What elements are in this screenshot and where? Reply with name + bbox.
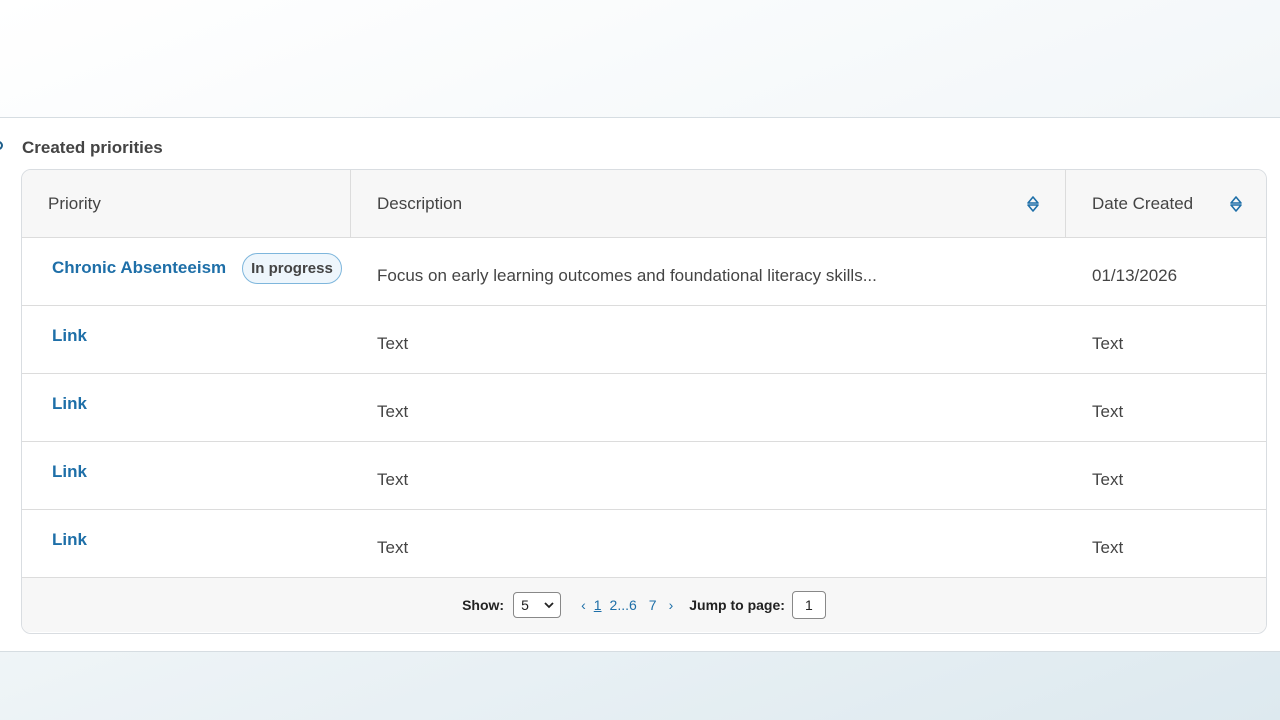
show-label: Show: <box>462 597 505 613</box>
priority-cell: Link <box>22 442 351 509</box>
priority-cell: Chronic Absenteeism In progress <box>22 238 351 305</box>
pager: ‹ 1 2 ... 6 7 › <box>581 597 681 613</box>
page-link-6[interactable]: 6 <box>629 597 637 613</box>
status-badge: In progress <box>242 252 342 284</box>
priority-cell: Link <box>22 306 351 373</box>
page-link-1[interactable]: 1 <box>594 597 602 613</box>
date-cell: 01/13/2026 <box>1092 266 1178 285</box>
priorities-panel: Created priorities Priority Description … <box>0 117 1280 652</box>
priority-link[interactable]: Chronic Absenteeism <box>52 258 226 278</box>
priority-cell: Link <box>22 374 351 441</box>
column-header-label: Date Created <box>1092 193 1194 213</box>
priority-link[interactable]: Link <box>52 326 87 346</box>
page-link-7[interactable]: 7 <box>649 597 657 613</box>
priority-link[interactable]: Link <box>52 530 87 550</box>
date-cell: Text <box>1092 538 1124 557</box>
table-row: Link Text Text <box>22 306 1266 374</box>
page-size-select[interactable]: 5 <box>513 592 562 618</box>
priority-link[interactable]: Link <box>52 394 87 414</box>
section-title: Created priorities <box>22 138 163 157</box>
next-page-button[interactable]: › <box>669 597 674 613</box>
page-ellipsis: ... <box>617 597 629 613</box>
jump-label: Jump to page: <box>689 597 785 613</box>
description-cell: Text <box>377 402 409 421</box>
column-header-date-created[interactable]: Date Created <box>1066 170 1266 237</box>
date-cell: Text <box>1092 470 1124 489</box>
date-cell: Text <box>1092 334 1124 353</box>
table-header: Priority Description Date Created <box>22 170 1266 238</box>
column-header-label: Priority <box>48 193 101 213</box>
prev-page-button[interactable]: ‹ <box>581 597 586 613</box>
date-cell: Text <box>1092 402 1124 421</box>
description-cell: Text <box>377 334 409 353</box>
description-cell: Focus on early learning outcomes and fou… <box>377 266 877 285</box>
table-row: Link Text Text <box>22 442 1266 510</box>
priority-cell: Link <box>22 510 351 577</box>
priorities-table: Priority Description Date Created Chroni… <box>21 169 1267 634</box>
column-header-description[interactable]: Description <box>351 170 1066 237</box>
table-row: Link Text Text <box>22 374 1266 442</box>
page-link-2[interactable]: 2 <box>610 597 618 613</box>
column-header-label: Description <box>377 193 463 213</box>
priority-link[interactable]: Link <box>52 462 87 482</box>
table-row: Link Text Text <box>22 510 1266 578</box>
edge-indicator-icon <box>0 141 3 150</box>
column-header-priority: Priority <box>22 170 351 237</box>
pagination-bar: Show: 5 ‹ 1 2 ... 6 7 › Jump to page: 1 <box>22 578 1266 632</box>
table-row: Chronic Absenteeism In progress Focus on… <box>22 238 1266 306</box>
sort-icon[interactable] <box>1228 195 1244 213</box>
chevron-down-icon <box>544 601 554 608</box>
jump-to-page-input[interactable]: 1 <box>791 591 826 619</box>
description-cell: Text <box>377 470 409 489</box>
page-size-value: 5 <box>521 597 529 613</box>
sort-icon[interactable] <box>1025 195 1041 213</box>
description-cell: Text <box>377 538 409 557</box>
